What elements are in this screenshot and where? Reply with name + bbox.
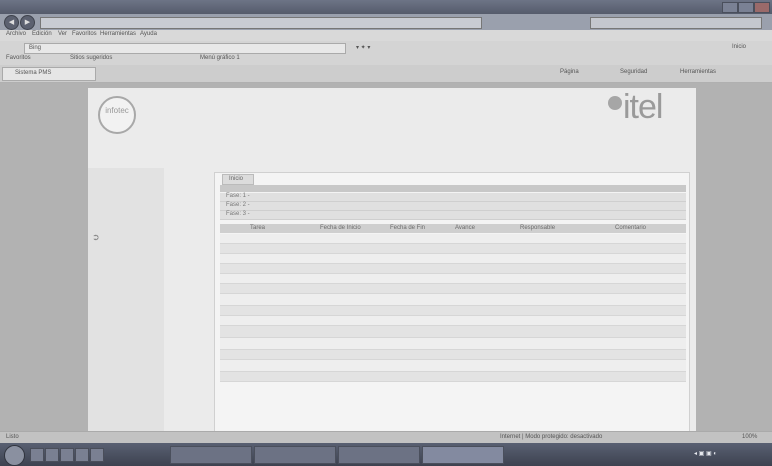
taskbar-button[interactable] (338, 446, 420, 464)
phase-label: Fase: 1 - (226, 193, 250, 199)
column-header: Fecha de Fin (390, 225, 426, 231)
quicklaunch-icon[interactable] (30, 448, 44, 462)
table-row[interactable] (220, 338, 686, 350)
minimize-button[interactable] (722, 2, 738, 13)
table-row[interactable] (220, 306, 686, 316)
status-text: Listo (6, 434, 19, 440)
column-header: Avance (455, 225, 475, 231)
taskbar-button-active[interactable] (422, 446, 504, 464)
system-tray: ◂ ▣ ▣ ◐ (690, 446, 768, 462)
url-input[interactable] (40, 17, 482, 29)
quicklaunch-icon[interactable] (90, 448, 104, 462)
phase-row[interactable]: Fase: 3 - (220, 211, 686, 220)
table-row[interactable] (220, 360, 686, 372)
table-row[interactable] (220, 254, 686, 264)
table-row[interactable] (220, 350, 686, 360)
tab-inicio-label: Inicio (229, 176, 244, 182)
itel-logo: itel (623, 88, 663, 126)
exit-icon[interactable]: ➲ (92, 232, 100, 243)
taskbar: ◂ ▣ ▣ ◐ (0, 443, 772, 466)
page-viewport: infotec itel ➲ Inicio Fase: 1 - Fase: 2 … (0, 83, 772, 432)
security-menu[interactable]: Seguridad (620, 69, 647, 75)
zoom-level[interactable]: 100% (742, 434, 757, 440)
sidebar: ➲ (88, 168, 164, 431)
start-button[interactable] (4, 445, 25, 466)
window-title-bar (0, 0, 772, 14)
phase-label: Fase: 3 - (226, 211, 250, 217)
page-menu[interactable]: Página (560, 69, 579, 75)
column-header: Comentario (615, 225, 647, 231)
phase-row[interactable]: Fase: 1 - (220, 193, 686, 202)
menu-herramientas[interactable]: Herramientas (100, 31, 136, 37)
column-header: Responsable (520, 225, 556, 231)
table-row[interactable] (220, 294, 686, 306)
back-icon[interactable]: ◀ (4, 15, 19, 30)
table-row[interactable] (220, 372, 686, 382)
tab-bar: Sistema PMS Página Seguridad Herramienta… (0, 65, 772, 83)
table-row[interactable] (220, 244, 686, 254)
taskbar-button[interactable] (170, 446, 252, 464)
table-row[interactable] (220, 234, 686, 244)
maximize-button[interactable] (738, 2, 754, 13)
menu-favoritos[interactable]: Favoritos (72, 31, 97, 37)
column-header: Tarea (250, 225, 266, 231)
bing-label: Bing (29, 45, 42, 51)
menu-edicion[interactable]: Edición (32, 31, 52, 37)
table-header: Tarea Fecha de Inicio Fecha de Fin Avanc… (220, 224, 686, 233)
phase-row[interactable]: Fase: 2 - (220, 202, 686, 211)
menu-bar: Archivo Edición Ver Favoritos Herramient… (0, 30, 772, 41)
table-row[interactable] (220, 264, 686, 274)
infotec-logo-text: infotec (105, 106, 129, 115)
table-row[interactable] (220, 326, 686, 338)
tab-inicio[interactable]: Inicio (222, 174, 254, 185)
taskbar-button[interactable] (254, 446, 336, 464)
table-row[interactable] (220, 316, 686, 326)
tab-label: Sistema PMS (15, 70, 52, 76)
bing-search-box[interactable]: Bing (24, 43, 346, 54)
forward-icon[interactable]: ▶ (20, 15, 35, 30)
itel-logo-mark-icon (608, 96, 622, 110)
phase-label: Fase: 2 - (226, 202, 250, 208)
menu-ayuda[interactable]: Ayuda (140, 31, 157, 37)
menu-ver[interactable]: Ver (58, 31, 67, 37)
tools-menu[interactable]: Herramientas (680, 69, 716, 75)
favorites-button[interactable]: Favoritos (6, 55, 31, 61)
quicklaunch-icon[interactable] (45, 448, 59, 462)
table-row[interactable] (220, 274, 686, 284)
quicklaunch-icon[interactable] (60, 448, 74, 462)
quicklaunch-icon[interactable] (75, 448, 89, 462)
suggested-sites-link[interactable]: Sitios sugeridos (70, 55, 112, 61)
close-button[interactable] (754, 2, 770, 13)
command-button-1[interactable]: ▾ ✦ ▾ (356, 44, 370, 51)
menu-graphic-link[interactable]: Menú gráfico 1 (200, 55, 240, 61)
command-bar: Bing ▾ ✦ ▾ Inicio Favoritos Sitios suger… (0, 41, 772, 65)
page-content: infotec itel ➲ Inicio Fase: 1 - Fase: 2 … (88, 88, 696, 432)
zone-text: Internet | Modo protegido: desactivado (500, 434, 603, 440)
group-header (220, 185, 686, 192)
tray-icons[interactable]: ◂ ▣ ▣ ◐ (694, 450, 717, 457)
menu-archivo[interactable]: Archivo (6, 31, 26, 37)
column-header: Fecha de Inicio (320, 225, 361, 231)
command-right[interactable]: Inicio (732, 44, 746, 50)
table-row[interactable] (220, 284, 686, 294)
search-input[interactable] (590, 17, 762, 29)
address-bar: ◀ ▶ (0, 14, 772, 30)
browser-tab[interactable]: Sistema PMS (2, 67, 96, 81)
infotec-logo: infotec (98, 96, 136, 134)
